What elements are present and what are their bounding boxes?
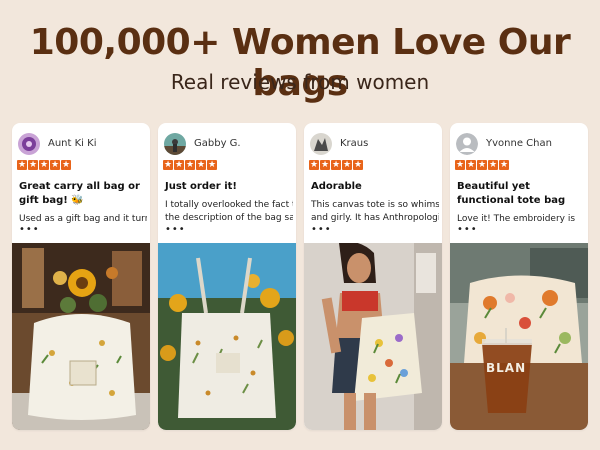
star-icon: ★	[196, 160, 206, 170]
review-card[interactable]: Aunt Ki Ki ★ ★ ★ ★ ★ Great carry all bag…	[12, 123, 150, 430]
star-icon: ★	[477, 160, 487, 170]
more-icon[interactable]: •••	[19, 224, 40, 235]
review-body-line: I totally overlooked the fact that	[165, 200, 293, 210]
star-icon: ★	[320, 160, 330, 170]
review-cards: Aunt Ki Ki ★ ★ ★ ★ ★ Great carry all bag…	[12, 123, 588, 430]
star-icon: ★	[207, 160, 217, 170]
review-card[interactable]: Kraus ★ ★ ★ ★ ★ Adorable This canvas tot…	[304, 123, 442, 430]
star-icon: ★	[455, 160, 465, 170]
star-icon: ★	[499, 160, 509, 170]
star-rating: ★ ★ ★ ★ ★	[309, 160, 363, 170]
review-body-line: This canvas tote is so whimsical	[311, 200, 439, 210]
sunflower-field-tote-photo	[158, 243, 296, 430]
sunflower-tote-photo	[12, 243, 150, 430]
reviewer-name: Gabby G.	[194, 138, 241, 149]
reviewer-avatar	[456, 133, 478, 155]
review-card[interactable]: Gabby G. ★ ★ ★ ★ ★ Just order it! I tota…	[158, 123, 296, 430]
woman-holding-tote-photo	[304, 243, 442, 430]
star-icon: ★	[61, 160, 71, 170]
subheadline: Real reviews from women	[170, 70, 430, 94]
tote-with-iced-coffee-photo: BLAN	[450, 243, 588, 430]
star-icon: ★	[39, 160, 49, 170]
reviewer-avatar	[310, 133, 332, 155]
review-title: Just order it!	[165, 181, 237, 192]
star-icon: ★	[353, 160, 363, 170]
star-icon: ★	[174, 160, 184, 170]
cup-logo-text: BLAN	[486, 361, 527, 375]
star-icon: ★	[342, 160, 352, 170]
star-icon: ★	[488, 160, 498, 170]
star-icon: ★	[50, 160, 60, 170]
star-rating: ★ ★ ★ ★ ★	[455, 160, 509, 170]
reviewer-name: Kraus	[340, 138, 369, 149]
star-icon: ★	[466, 160, 476, 170]
more-icon[interactable]: •••	[457, 224, 478, 235]
reviewer-avatar	[18, 133, 40, 155]
star-icon: ★	[309, 160, 319, 170]
more-icon[interactable]: •••	[311, 224, 332, 235]
reviewer-avatar	[164, 133, 186, 155]
more-icon[interactable]: •••	[165, 224, 186, 235]
star-icon: ★	[163, 160, 173, 170]
review-title: Adorable	[311, 181, 362, 192]
star-icon: ★	[185, 160, 195, 170]
reviewer-name: Yvonne Chan	[486, 138, 552, 149]
review-title: Beautiful yet functional tote bag	[457, 181, 566, 206]
review-title: Great carry all bag or gift bag! 🐝	[19, 181, 140, 206]
star-icon: ★	[17, 160, 27, 170]
review-card[interactable]: Yvonne Chan ★ ★ ★ ★ ★ Beautiful yet func…	[450, 123, 588, 430]
star-rating: ★ ★ ★ ★ ★	[17, 160, 71, 170]
reviewer-name: Aunt Ki Ki	[48, 138, 97, 149]
star-icon: ★	[331, 160, 341, 170]
star-rating: ★ ★ ★ ★ ★	[163, 160, 217, 170]
star-icon: ★	[28, 160, 38, 170]
